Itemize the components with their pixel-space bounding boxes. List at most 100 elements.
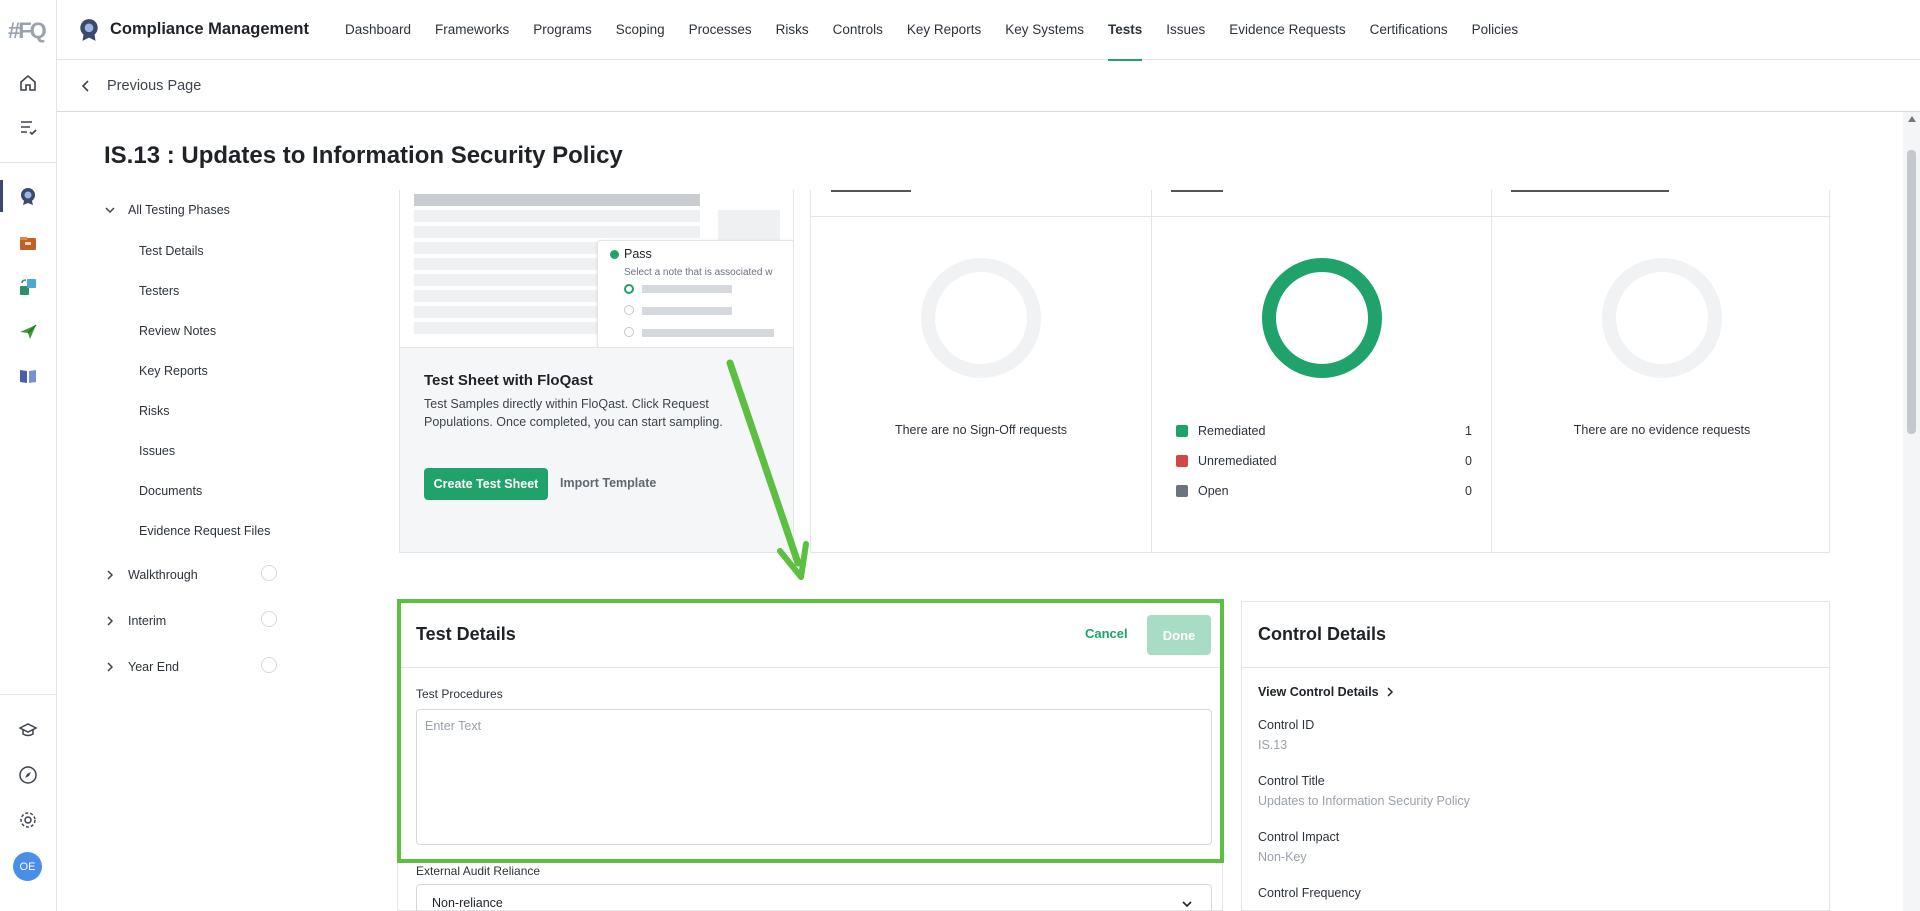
- legend-remediated: Remediated 1: [1176, 423, 1472, 439]
- control-details-divider: [1242, 667, 1829, 668]
- control-details-panel: [1241, 601, 1830, 911]
- chevron-right-icon: [107, 570, 114, 580]
- evidence-donut: [1602, 258, 1722, 378]
- tree-item-review-notes[interactable]: Review Notes: [139, 324, 216, 338]
- radio-option: [624, 305, 634, 315]
- chevron-right-icon: [1387, 687, 1393, 697]
- compliance-badge-icon[interactable]: [14, 182, 42, 210]
- control-frequency-label: Control Frequency: [1258, 886, 1361, 900]
- nav-programs[interactable]: Programs: [533, 0, 592, 60]
- sync-icon[interactable]: [14, 273, 42, 301]
- legend-label: Remediated: [1198, 424, 1266, 438]
- scroll-up-arrow[interactable]: [1908, 116, 1916, 122]
- nav-issues[interactable]: Issues: [1166, 0, 1205, 60]
- top-navigation: Compliance Management Dashboard Framewor…: [57, 0, 1920, 61]
- select-value: Non-reliance: [432, 896, 503, 910]
- checklist-icon[interactable]: [14, 113, 42, 141]
- signoff-empty-text: There are no Sign-Off requests: [894, 423, 1068, 437]
- legend-unremediated: Unremediated 0: [1176, 453, 1472, 469]
- tree-phase-year-end[interactable]: Year End: [104, 660, 179, 674]
- tree-root[interactable]: All Testing Phases: [104, 203, 230, 217]
- phase-status-ring: [261, 611, 277, 627]
- evidence-empty-text: There are no evidence requests: [1573, 423, 1751, 437]
- phase-label: Walkthrough: [128, 568, 198, 582]
- issues-donut: [1262, 258, 1382, 378]
- send-icon[interactable]: [14, 318, 42, 346]
- create-test-sheet-button[interactable]: Create Test Sheet: [424, 468, 548, 500]
- nav-certifications[interactable]: Certifications: [1370, 0, 1448, 60]
- view-control-details-link[interactable]: View Control Details: [1258, 685, 1395, 699]
- tree-item-testers[interactable]: Testers: [139, 284, 179, 298]
- compass-icon[interactable]: [14, 761, 42, 789]
- signoff-card: There are no Sign-Off requests: [811, 190, 1151, 553]
- radio-option-bar: [642, 285, 732, 293]
- tree-item-evidence-request-files[interactable]: Evidence Request Files: [139, 524, 270, 538]
- avatar[interactable]: OE: [13, 852, 42, 881]
- vertical-scrollbar[interactable]: [1903, 112, 1920, 911]
- radio-selected: [624, 284, 634, 294]
- academy-icon[interactable]: [14, 716, 42, 744]
- compliance-badge-icon: [80, 18, 98, 41]
- tree-item-documents[interactable]: Documents: [139, 484, 202, 498]
- signoff-donut: [921, 258, 1041, 378]
- view-control-details-label: View Control Details: [1258, 685, 1379, 699]
- gear-icon[interactable]: [14, 806, 42, 834]
- home-icon[interactable]: [14, 69, 42, 97]
- radio-option-bar: [642, 307, 732, 315]
- chevron-right-icon: [107, 616, 114, 626]
- issues-card: Remediated 1 Unremediated 0 Open 0: [1151, 190, 1491, 553]
- legend-open: Open 0: [1176, 483, 1472, 499]
- chevron-down-icon: [1182, 901, 1192, 908]
- phase-label: Year End: [128, 660, 179, 674]
- nav-tests[interactable]: Tests: [1107, 0, 1143, 61]
- tree-phase-walkthrough[interactable]: Walkthrough: [104, 568, 198, 582]
- tree-phase-interim[interactable]: Interim: [104, 614, 166, 628]
- summary-cards: There are no Sign-Off requests Remediate…: [810, 190, 1831, 553]
- scrollbar-thumb[interactable]: [1907, 150, 1916, 434]
- brand[interactable]: Compliance Management: [78, 18, 309, 42]
- control-id-label: Control ID: [1258, 718, 1315, 732]
- previous-page-link[interactable]: Previous Page: [107, 78, 201, 94]
- nav-processes[interactable]: Processes: [689, 0, 752, 60]
- legend-swatch: [1176, 485, 1188, 497]
- nav-frameworks[interactable]: Frameworks: [435, 0, 509, 60]
- nav-policies[interactable]: Policies: [1472, 0, 1519, 60]
- nav-dashboard[interactable]: Dashboard: [345, 0, 411, 60]
- nav-key-systems[interactable]: Key Systems: [1005, 0, 1084, 60]
- import-template-button[interactable]: Import Template: [560, 476, 656, 490]
- test-sheet-preview: Pass Select a note that is associated w: [400, 190, 793, 348]
- phase-status-ring: [261, 657, 277, 673]
- nav-scoping[interactable]: Scoping: [616, 0, 665, 60]
- floqast-logo[interactable]: #FQ: [8, 18, 47, 44]
- external-audit-reliance-label: External Audit Reliance: [416, 864, 541, 878]
- pass-label: Pass: [624, 247, 652, 261]
- pass-note-card: Pass Select a note that is associated w: [597, 240, 793, 347]
- nav-evidence-requests[interactable]: Evidence Requests: [1229, 0, 1345, 60]
- nav-risks[interactable]: Risks: [776, 0, 809, 60]
- legend-label: Unremediated: [1198, 454, 1277, 468]
- tree-item-key-reports[interactable]: Key Reports: [139, 364, 208, 378]
- tree-item-test-details[interactable]: Test Details: [139, 244, 204, 258]
- book-icon[interactable]: [14, 362, 42, 390]
- control-id-value: IS.13: [1258, 738, 1288, 752]
- tree-item-risks[interactable]: Risks: [139, 404, 170, 418]
- nav-controls[interactable]: Controls: [833, 0, 883, 60]
- nav-key-reports[interactable]: Key Reports: [907, 0, 981, 60]
- chevron-right-icon: [107, 662, 114, 672]
- page-title: IS.13 : Updates to Information Security …: [104, 142, 623, 169]
- folder-icon[interactable]: [14, 229, 42, 257]
- chevron-left-icon[interactable]: [79, 79, 93, 93]
- control-impact-label: Control Impact: [1258, 830, 1340, 844]
- promo-description: Test Samples directly within FloQast. Cl…: [424, 397, 723, 429]
- promo-title: Test Sheet with FloQast: [424, 372, 593, 389]
- chevron-down-icon: [105, 207, 115, 214]
- legend-label: Open: [1198, 484, 1229, 498]
- legend-count: 0: [1465, 484, 1472, 498]
- external-audit-reliance-select[interactable]: Non-reliance: [416, 884, 1212, 911]
- evidence-card: There are no evidence requests: [1491, 190, 1831, 553]
- tree-item-issues[interactable]: Issues: [139, 444, 175, 458]
- app-title: Compliance Management: [110, 20, 309, 38]
- annotation-arrow: [726, 359, 809, 580]
- logo-text: #FQ: [8, 18, 47, 43]
- pass-note-text: Select a note that is associated w: [624, 267, 773, 278]
